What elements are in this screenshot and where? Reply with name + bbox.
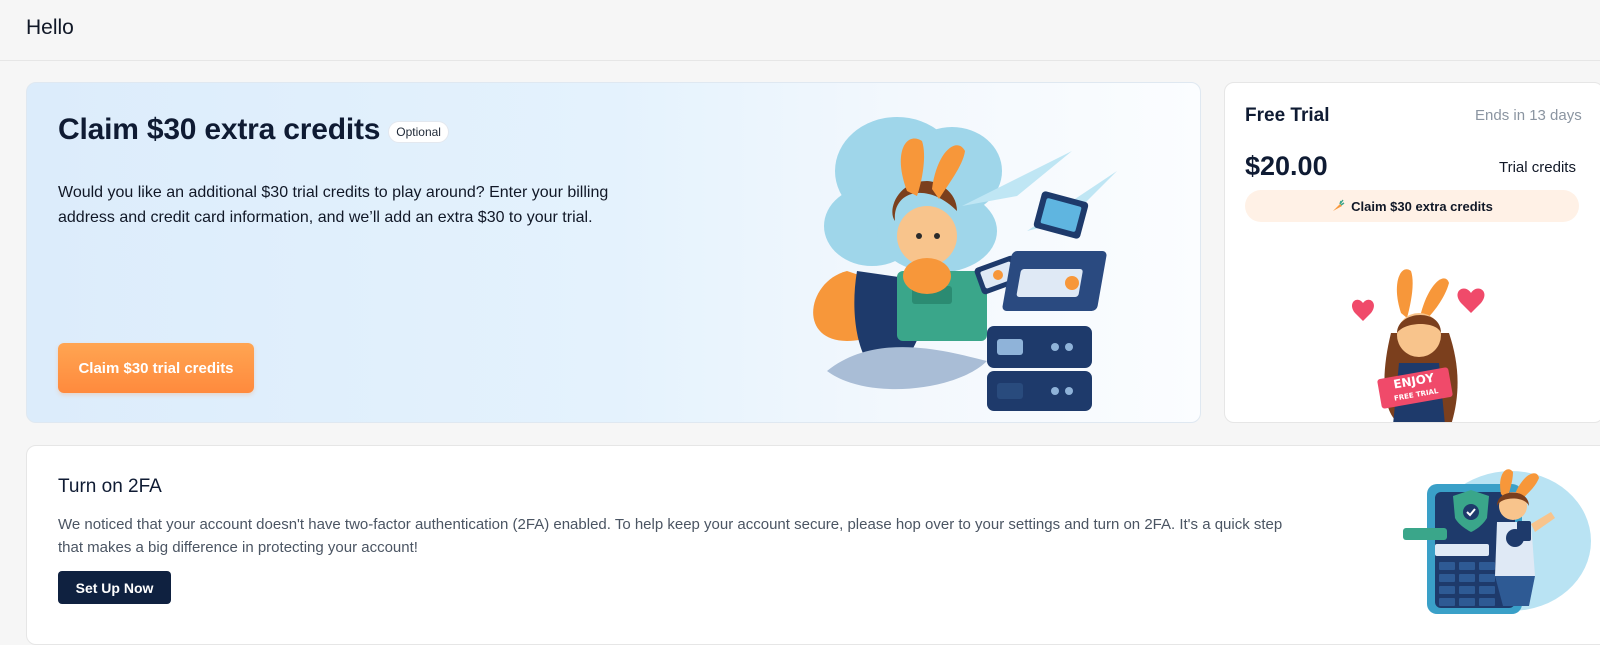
bunny-head	[897, 206, 957, 266]
free-trial-card: Free Trial Ends in 13 days $20.00 Trial …	[1224, 82, 1600, 423]
claim-extra-credits-label: Claim $30 extra credits	[1351, 198, 1493, 214]
two-factor-card: Turn on 2FA We noticed that your account…	[26, 445, 1600, 645]
page-greeting: Hello	[26, 16, 74, 39]
server-stack	[987, 326, 1092, 411]
bunny-rocket-illustration	[813, 117, 1117, 411]
trial-ends: Ends in 13 days	[1475, 107, 1582, 124]
security-bunny-illustration	[1403, 469, 1591, 614]
trial-amount: $20.00	[1245, 151, 1328, 181]
promo-title: Claim $30 extra credits	[58, 113, 381, 146]
heart-icon	[1457, 288, 1485, 313]
twofa-title: Turn on 2FA	[58, 476, 162, 497]
trial-credits-label: Trial credits	[1499, 159, 1576, 176]
optional-badge: Optional	[388, 121, 449, 143]
bunny-enjoy-illustration: ENJOY FREE TRIAL	[1352, 269, 1485, 422]
claim-credits-card: Claim $30 extra credits Optional Would y…	[26, 82, 1201, 423]
claim-extra-credits-button[interactable]: Claim $30 extra credits	[1245, 190, 1579, 222]
twofa-description: We noticed that your account doesn't hav…	[58, 516, 1283, 556]
heart-icon	[1352, 299, 1374, 321]
smoke-trail	[827, 347, 987, 390]
trial-title: Free Trial	[1245, 105, 1330, 126]
top-bar: Hello	[0, 0, 1600, 61]
check-icon	[1463, 504, 1479, 520]
password-field	[1435, 544, 1489, 556]
claim-trial-credits-button[interactable]: Claim $30 trial credits	[58, 343, 254, 393]
set-up-now-button[interactable]: Set Up Now	[58, 571, 171, 604]
carrot-icon	[1333, 199, 1345, 211]
promo-description: Would you like an additional $30 trial c…	[58, 184, 609, 226]
promo-title-row: Claim $30 extra credits Optional	[58, 113, 449, 147]
bunny-ear	[1396, 269, 1413, 318]
